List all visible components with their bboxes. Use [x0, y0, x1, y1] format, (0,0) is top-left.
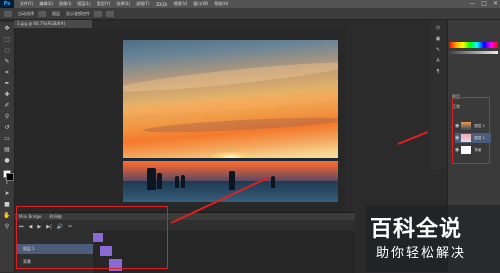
watermark-subtitle: 助你轻松解决 [376, 246, 467, 261]
document-tab[interactable]: 3.jpg @ 66.7%(RGB/8#) [14, 20, 92, 28]
photoshop-logo: Ps [0, 0, 14, 8]
menu-edit[interactable]: 编辑(E) [39, 1, 53, 7]
menu-view[interactable]: 视图(V) [173, 1, 187, 7]
brush-tool-icon[interactable]: ✐ [2, 102, 12, 110]
window-buttons: — □ ✕ [469, 0, 498, 8]
menu-help[interactable]: 帮助(H) [214, 1, 228, 7]
annotation-timeline-highlight [16, 206, 168, 269]
healing-tool-icon[interactable]: ✚ [2, 91, 12, 99]
menu-image[interactable]: 图像(I) [59, 1, 71, 7]
menu-layer[interactable]: 图层(L) [77, 1, 90, 7]
dodge-tool-icon[interactable]: ● [2, 157, 12, 165]
silhouette-person [181, 175, 185, 188]
distribute-button[interactable] [106, 10, 114, 17]
menu-filter[interactable]: 滤镜(T) [136, 1, 150, 7]
menu-window[interactable]: 窗口(W) [193, 1, 208, 7]
color-spectrum[interactable] [449, 42, 498, 48]
shape-tool-icon[interactable]: ■ [2, 201, 12, 209]
silhouette-person [271, 176, 275, 188]
background-color-swatch[interactable] [6, 173, 14, 181]
grayscale-ramp[interactable] [449, 51, 498, 54]
quick-select-tool-icon[interactable]: ✎ [2, 58, 12, 66]
lasso-tool-icon[interactable]: ◌ [2, 47, 12, 55]
clone-stamp-tool-icon[interactable]: ⚲ [2, 113, 12, 121]
minimize-button[interactable]: — [469, 0, 475, 8]
watermark: 百科全说 助你轻松解决 [366, 205, 500, 272]
annotation-layers-highlight [452, 97, 490, 164]
panel-icon-strip: ◷ ▣ ✎ A ¶ [429, 20, 447, 170]
zoom-tool-icon[interactable]: ⚲ [2, 223, 12, 231]
menu-type[interactable]: 类型(Y) [97, 1, 111, 7]
annotation-arrow [397, 131, 429, 145]
move-tool-icon[interactable]: ✥ [2, 25, 12, 33]
path-select-tool-icon[interactable]: ➤ [2, 190, 12, 198]
marquee-tool-icon[interactable]: ⬚ [2, 36, 12, 44]
show-transform-controls-checkbox[interactable]: 显示变换控件 [66, 11, 90, 17]
history-panel-icon[interactable]: ◷ [434, 25, 442, 31]
silhouette-person [229, 171, 235, 190]
move-tool-preset[interactable] [4, 10, 12, 17]
auto-select-checkbox[interactable]: 自动选择 [18, 11, 34, 17]
menu-bar: Ps 文件(F) 编辑(E) 图像(I) 图层(L) 类型(Y) 选择(S) 滤… [0, 0, 500, 8]
crop-tool-icon[interactable]: ⌗ [2, 69, 12, 77]
silhouette-person [147, 168, 156, 190]
properties-panel-icon[interactable]: ▣ [434, 36, 442, 42]
layer-dropdown[interactable] [38, 10, 46, 17]
menu-select[interactable]: 选择(S) [116, 1, 130, 7]
align-button[interactable] [94, 10, 102, 17]
close-button[interactable]: ✕ [493, 0, 498, 8]
tools-panel: ✥ ⬚ ◌ ✎ ⌗ ✒ ✚ ✐ ⚲ ↺ ▭ ▤ ● ✑ T ➤ ■ ✋ ⚲ [0, 22, 15, 272]
sunset-photo[interactable] [123, 40, 338, 202]
hand-tool-icon[interactable]: ✋ [2, 212, 12, 220]
options-bar: 自动选择 图层 显示变换控件 [0, 8, 500, 20]
eyedropper-tool-icon[interactable]: ✒ [2, 80, 12, 88]
silhouette-person [175, 176, 179, 188]
paragraph-panel-icon[interactable]: ¶ [434, 69, 442, 75]
layer-select-label[interactable]: 图层 [52, 11, 60, 17]
gradient-tool-icon[interactable]: ▤ [2, 146, 12, 154]
history-brush-tool-icon[interactable]: ↺ [2, 124, 12, 132]
character-panel-icon[interactable]: A [434, 58, 442, 64]
brush-panel-icon[interactable]: ✎ [434, 47, 442, 53]
eraser-tool-icon[interactable]: ▭ [2, 135, 12, 143]
watermark-title: 百科全说 [370, 217, 463, 242]
silhouette-person [157, 173, 162, 189]
maximize-button[interactable]: □ [481, 0, 487, 8]
menu-file[interactable]: 文件(F) [20, 1, 33, 7]
menu-3d[interactable]: 3D(D) [156, 2, 168, 7]
